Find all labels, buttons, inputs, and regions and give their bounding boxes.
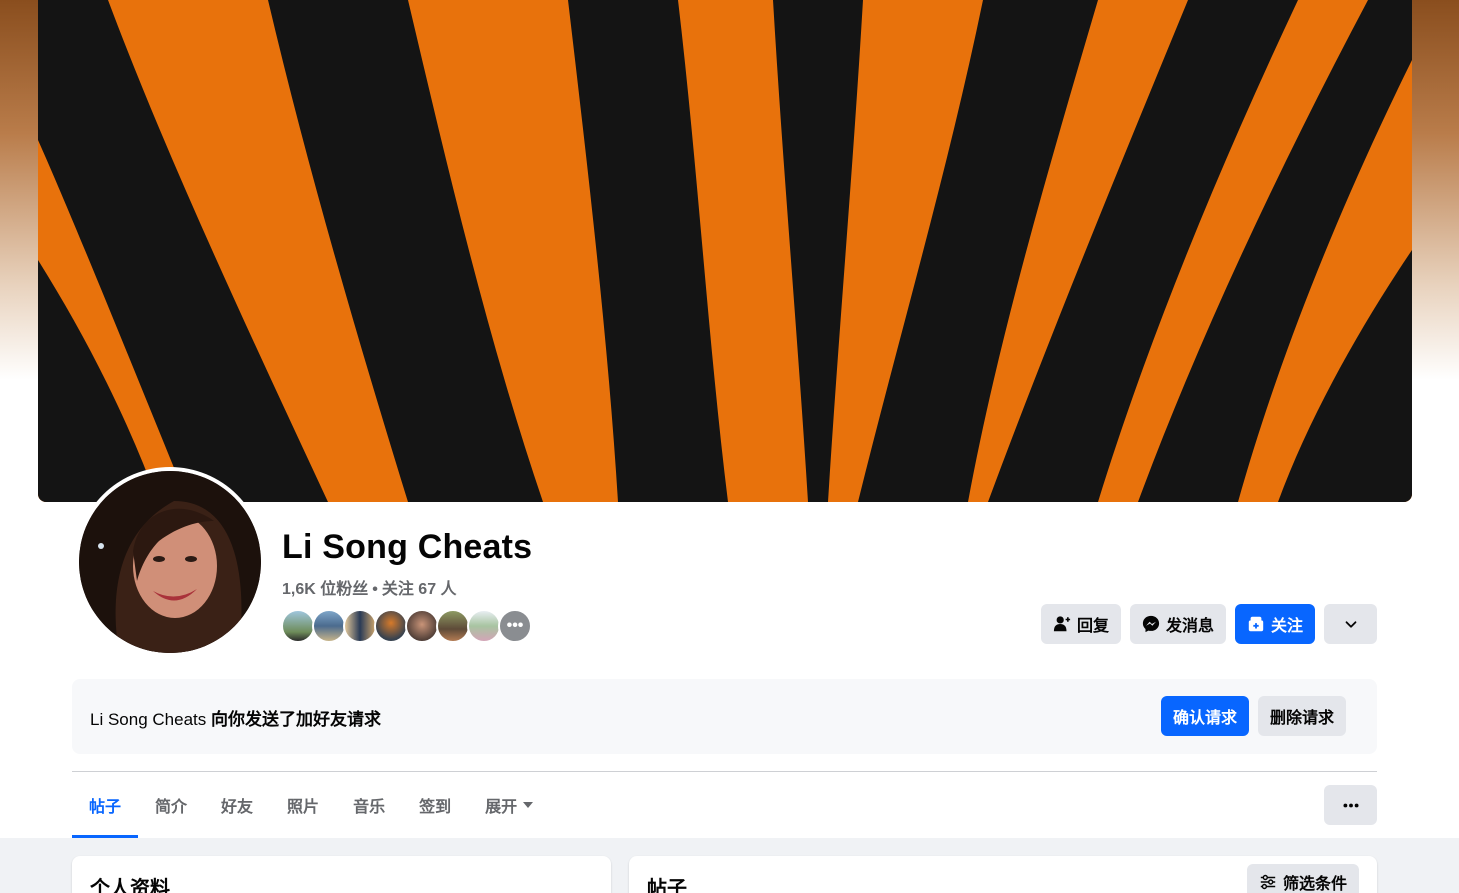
- tab-label: 照片: [287, 799, 320, 816]
- follower-avatar[interactable]: [343, 609, 377, 643]
- friend-request-message: 向你发送了加好友请求: [206, 710, 381, 729]
- delete-request-button[interactable]: 删除请求: [1257, 696, 1346, 736]
- follower-avatar[interactable]: [436, 609, 470, 643]
- sliders-icon: [1260, 874, 1276, 890]
- follow-icon: [1248, 616, 1264, 632]
- friend-request-actions: 确认请求 删除请求: [1160, 696, 1346, 736]
- tab-music[interactable]: 音乐: [336, 772, 402, 838]
- follower-avatar[interactable]: [312, 609, 346, 643]
- follower-avatar[interactable]: [374, 609, 408, 643]
- filter-button[interactable]: 筛选条件: [1246, 864, 1359, 893]
- tab-label: 帖子: [89, 799, 122, 816]
- tab-checkins[interactable]: 签到: [402, 772, 468, 838]
- profile-stats: 1,6K 位粉丝 • 关注 67 人: [282, 575, 457, 599]
- followers-count[interactable]: 1,6K 位粉丝: [282, 581, 368, 598]
- more-options-button[interactable]: [1324, 785, 1377, 825]
- tab-friends[interactable]: 好友: [204, 772, 270, 838]
- tab-about[interactable]: 简介: [138, 772, 204, 838]
- tab-photos[interactable]: 照片: [270, 772, 336, 838]
- following-count[interactable]: 关注 67 人: [382, 581, 457, 598]
- message-label: 发消息: [1165, 618, 1214, 635]
- friend-request-banner: Li Song Cheats 向你发送了加好友请求 确认请求 删除请求: [72, 679, 1377, 754]
- tab-label: 简介: [155, 799, 188, 816]
- caret-down-icon: [523, 802, 534, 808]
- about-title: 个人资料: [90, 878, 170, 893]
- avatar-photo: [79, 471, 261, 653]
- tab-label: 展开: [485, 799, 518, 816]
- profile-actions: 回复 发消息 关注: [1040, 604, 1377, 644]
- posts-title: 帖子: [647, 878, 687, 893]
- messenger-icon: [1142, 615, 1160, 633]
- follower-avatar[interactable]: [467, 609, 501, 643]
- reply-button[interactable]: 回复: [1040, 604, 1121, 644]
- stats-separator: •: [372, 581, 378, 598]
- followers-avatars: •••: [281, 609, 532, 643]
- tab-label: 好友: [221, 799, 254, 816]
- about-card: 个人资料: [72, 856, 611, 893]
- follow-button[interactable]: 关注: [1234, 604, 1315, 644]
- follow-label: 关注: [1270, 618, 1303, 635]
- follower-avatar[interactable]: [281, 609, 315, 643]
- profile-tabs: 帖子 简介 好友 照片 音乐 签到 展开: [72, 772, 550, 838]
- profile-header: Li Song Cheats 1,6K 位粉丝 • 关注 67 人 ••• 回复 发: [0, 0, 1459, 838]
- tab-label: 签到: [419, 799, 452, 816]
- confirm-request-button[interactable]: 确认请求: [1160, 696, 1249, 736]
- chevron-down-icon: [1345, 621, 1356, 628]
- profile-avatar[interactable]: [75, 467, 265, 657]
- person-icon: [1053, 616, 1071, 632]
- friend-request-text: Li Song Cheats 向你发送了加好友请求: [90, 705, 381, 730]
- more-actions-dropdown[interactable]: [1324, 604, 1377, 644]
- tab-more[interactable]: 展开: [468, 772, 550, 838]
- cover-stripes-image: [38, 0, 1412, 502]
- posts-card: 帖子 筛选条件: [629, 856, 1377, 893]
- follower-avatar[interactable]: [405, 609, 439, 643]
- more-followers-icon[interactable]: •••: [498, 609, 532, 643]
- cover-photo[interactable]: [38, 0, 1412, 502]
- message-button[interactable]: 发消息: [1129, 604, 1226, 644]
- tab-label: 音乐: [353, 799, 386, 816]
- profile-name: Li Song Cheats: [282, 528, 533, 566]
- friend-request-sender[interactable]: Li Song Cheats: [90, 710, 206, 729]
- ellipsis-icon: [1342, 803, 1359, 807]
- tab-posts[interactable]: 帖子: [72, 772, 139, 838]
- filter-label: 筛选条件: [1282, 876, 1347, 893]
- reply-label: 回复: [1076, 618, 1109, 635]
- avatar-portrait-image: [79, 471, 261, 653]
